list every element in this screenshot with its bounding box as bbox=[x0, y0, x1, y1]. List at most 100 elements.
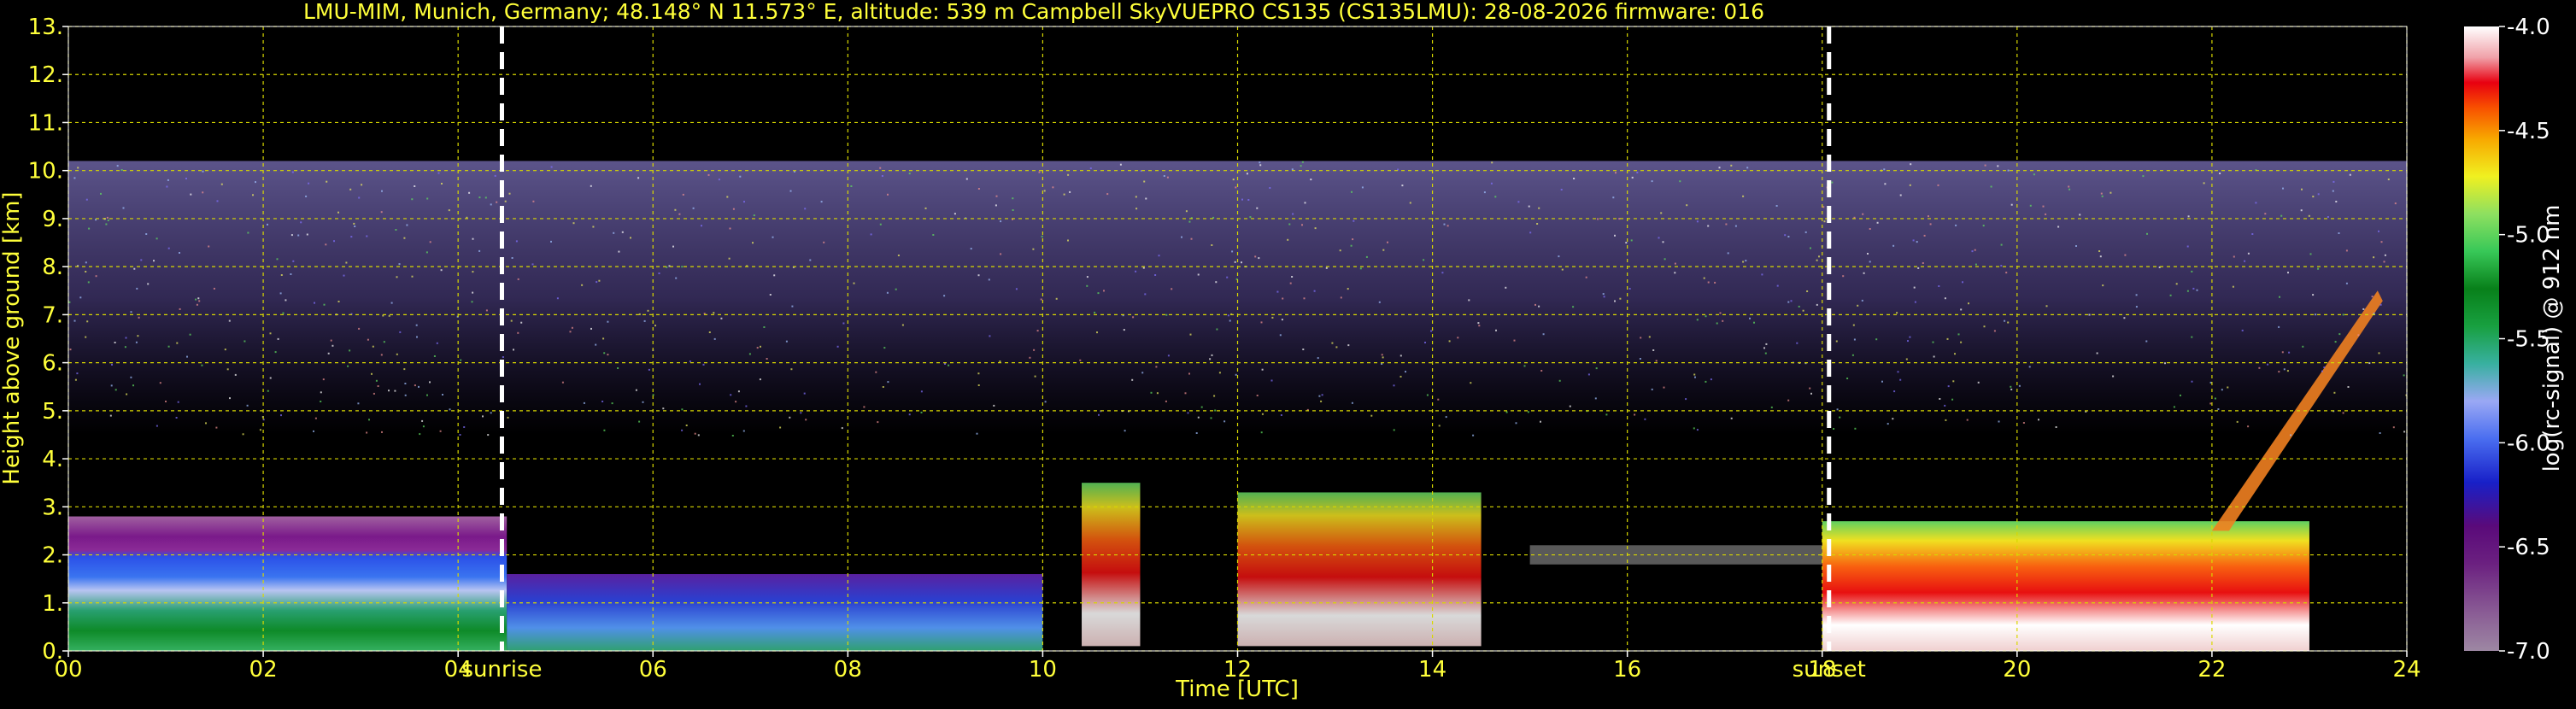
noise-speckle bbox=[224, 349, 226, 351]
colorbar-tick-label: -4.0 bbox=[2507, 15, 2550, 40]
noise-speckle bbox=[875, 371, 877, 373]
noise-speckle bbox=[330, 339, 332, 342]
noise-speckle bbox=[2287, 272, 2289, 274]
noise-speckle bbox=[2332, 180, 2335, 183]
noise-speckle bbox=[1945, 419, 1947, 421]
noise-speckle bbox=[944, 363, 946, 365]
noise-speckle bbox=[1229, 319, 1231, 322]
noise-speckle bbox=[313, 430, 314, 432]
noise-speckle bbox=[429, 381, 431, 384]
noise-speckle bbox=[177, 401, 179, 403]
noise-speckle bbox=[1573, 178, 1576, 179]
noise-speckle bbox=[1227, 314, 1229, 317]
noise-speckle bbox=[2286, 370, 2289, 372]
noise-speckle bbox=[1977, 381, 1980, 384]
noise-speckle bbox=[201, 364, 203, 366]
noise-speckle bbox=[482, 415, 484, 418]
noise-speckle bbox=[1260, 321, 1263, 324]
noise-speckle bbox=[2018, 384, 2021, 387]
noise-speckle bbox=[1658, 237, 1660, 239]
noise-speckle bbox=[908, 173, 911, 175]
noise-speckle bbox=[789, 416, 791, 419]
noise-speckle bbox=[2279, 296, 2280, 298]
noise-speckle bbox=[785, 340, 788, 343]
noise-speckle bbox=[1693, 373, 1696, 376]
noise-speckle bbox=[1287, 238, 1289, 241]
noise-speckle bbox=[662, 407, 665, 410]
noise-speckle bbox=[809, 259, 812, 261]
noise-speckle bbox=[1761, 273, 1763, 276]
noise-speckle bbox=[1897, 371, 1899, 373]
noise-speckle bbox=[1012, 209, 1014, 211]
noise-speckle bbox=[674, 208, 677, 211]
noise-speckle bbox=[1246, 173, 1248, 175]
noise-speckle bbox=[1399, 375, 1402, 378]
noise-speckle bbox=[1235, 373, 1237, 376]
noise-speckle bbox=[1477, 322, 1480, 325]
noise-speckle bbox=[1067, 173, 1070, 176]
noise-speckle bbox=[1914, 301, 1916, 303]
ceilometer-figure: sunrise sunset 00 02 04 06 08 10 12 14 16 18 20 22 24… bbox=[0, 0, 2576, 706]
noise-speckle bbox=[1158, 255, 1160, 257]
noise-speckle bbox=[1770, 406, 1773, 408]
noise-speckle bbox=[1952, 380, 1955, 383]
noise-speckle bbox=[471, 301, 473, 303]
noise-speckle bbox=[881, 175, 883, 177]
noise-speckle bbox=[2007, 169, 2010, 172]
noise-speckle bbox=[2345, 282, 2348, 284]
noise-speckle bbox=[2010, 385, 2012, 388]
noise-speckle bbox=[1809, 387, 1811, 390]
noise-speckle bbox=[252, 194, 254, 196]
noise-speckle bbox=[1214, 409, 1217, 412]
noise-speckle bbox=[1614, 300, 1616, 302]
y-tick-label: 11. bbox=[28, 110, 63, 136]
noise-speckle bbox=[737, 390, 740, 393]
noise-speckle bbox=[1968, 302, 1969, 305]
noise-speckle bbox=[1636, 172, 1639, 173]
noise-speckle bbox=[1340, 296, 1342, 299]
noise-speckle bbox=[1423, 259, 1425, 261]
noise-speckle bbox=[68, 301, 71, 303]
noise-speckle bbox=[1707, 225, 1710, 227]
noise-speckle bbox=[176, 342, 179, 344]
noise-speckle bbox=[130, 376, 132, 378]
noise-speckle bbox=[196, 303, 198, 306]
noise-speckle bbox=[1187, 412, 1189, 414]
noise-speckle bbox=[100, 192, 102, 195]
noise-speckle bbox=[1301, 224, 1303, 226]
noise-speckle bbox=[1044, 401, 1047, 403]
noise-speckle bbox=[2124, 254, 2127, 256]
noise-speckle bbox=[1893, 390, 1896, 393]
noise-speckle bbox=[1707, 281, 1710, 284]
noise-speckle bbox=[1200, 406, 1203, 408]
noise-speckle bbox=[596, 281, 598, 284]
noise-speckle bbox=[1538, 207, 1540, 209]
noise-speckle bbox=[1628, 288, 1631, 290]
x-tick-label: 02 bbox=[249, 657, 278, 683]
noise-speckle bbox=[2312, 294, 2315, 296]
noise-speckle bbox=[1631, 176, 1634, 179]
y-tick-label: 13. bbox=[28, 15, 63, 40]
noise-speckle bbox=[390, 302, 393, 304]
noise-speckle bbox=[1339, 249, 1341, 252]
noise-speckle bbox=[1399, 354, 1402, 357]
noise-speckle bbox=[1917, 267, 1920, 269]
noise-speckle bbox=[1353, 220, 1355, 222]
noise-speckle bbox=[1705, 315, 1707, 318]
noise-speckle bbox=[2281, 351, 2284, 354]
noise-speckle bbox=[292, 260, 295, 262]
noise-speckle bbox=[1835, 340, 1838, 343]
noise-speckle bbox=[1261, 368, 1264, 371]
noise-speckle bbox=[1218, 372, 1221, 374]
noise-speckle bbox=[282, 312, 285, 314]
noise-speckle bbox=[879, 223, 882, 226]
noise-speckle bbox=[1195, 432, 1198, 434]
noise-speckle bbox=[1347, 288, 1349, 290]
noise-speckle bbox=[1899, 378, 1902, 381]
noise-speckle bbox=[995, 195, 998, 197]
noise-speckle bbox=[1494, 196, 1497, 198]
noise-speckle bbox=[1651, 388, 1653, 390]
noise-speckle bbox=[1012, 197, 1014, 200]
noise-speckle bbox=[440, 269, 443, 272]
noise-speckle bbox=[73, 177, 76, 179]
